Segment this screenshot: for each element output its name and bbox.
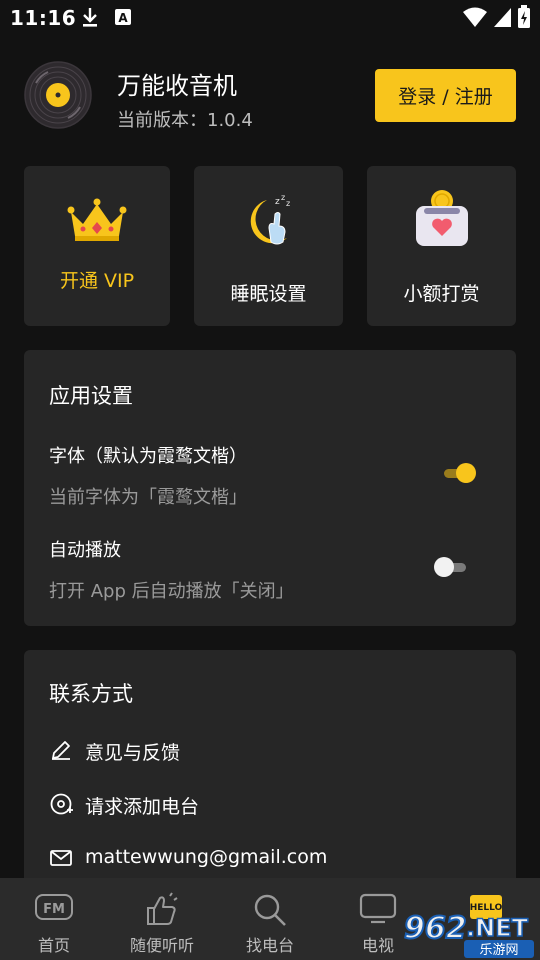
- request-station-item[interactable]: 请求添加电台: [49, 790, 489, 820]
- battery-charging-icon: [518, 5, 530, 28]
- donation-label: 小额打赏: [403, 283, 480, 305]
- search-icon: [254, 894, 286, 926]
- email-label: mattewwung@gmail.com: [85, 846, 328, 868]
- nav-search-label: 找电台: [245, 936, 294, 955]
- hand-icon: [147, 892, 178, 925]
- toggle-knob: [434, 557, 454, 577]
- autoplay-setting-title: 自动播放: [49, 540, 121, 561]
- version-label: 当前版本：1.0.4: [117, 110, 253, 131]
- profile-header: 万能收音机 当前版本：1.0.4 登录 / 注册: [0, 56, 540, 136]
- svg-text:FM: FM: [43, 902, 65, 917]
- download-icon: [83, 8, 97, 27]
- toggle-knob: [456, 463, 476, 483]
- signal-icon: [494, 8, 511, 27]
- nav-random[interactable]: 随便听听: [112, 878, 212, 960]
- app-settings-section: 应用设置 字体（默认为霞鹜文楷） 当前字体为「霞鹜文楷」 自动播放 打开 App…: [24, 350, 516, 626]
- app-name: 万能收音机: [117, 72, 237, 100]
- login-register-button[interactable]: 登录 / 注册: [375, 69, 516, 122]
- font-setting-desc: 当前字体为「霞鹜文楷」: [49, 487, 247, 508]
- radio-add-icon: [50, 793, 73, 815]
- sleep-settings-label: 睡眠设置: [230, 283, 307, 305]
- nav-home[interactable]: FM 首页: [4, 878, 104, 960]
- vinyl-record-avatar: [24, 61, 92, 129]
- autoplay-toggle[interactable]: [434, 556, 470, 578]
- font-toggle[interactable]: [442, 462, 478, 484]
- app-settings-title: 应用设置: [49, 384, 133, 408]
- status-time: 11:16: [10, 6, 77, 30]
- request-station-label: 请求添加电台: [85, 796, 200, 818]
- pencil-icon: [52, 741, 70, 760]
- nav-home-label: 首页: [37, 936, 70, 955]
- nav-search[interactable]: 找电台: [220, 878, 320, 960]
- status-bar: 11:16 A: [0, 0, 540, 36]
- svg-text:.NET: .NET: [466, 914, 529, 942]
- wifi-icon: [463, 7, 487, 27]
- feedback-label: 意见与反馈: [85, 742, 181, 764]
- svg-text:乐游网: 乐游网: [479, 943, 518, 958]
- mail-icon: [50, 850, 72, 866]
- sleep-moon-icon: z z z: [250, 193, 290, 245]
- contact-section: 联系方式 意见与反馈 请求添加电台 mattewwung@gmail.com: [24, 650, 516, 910]
- vip-card[interactable]: 开通 VIP: [24, 166, 170, 326]
- svg-text:z: z: [286, 199, 290, 208]
- svg-text:z: z: [281, 193, 285, 202]
- svg-text:962: 962: [404, 911, 467, 946]
- donation-card[interactable]: 小额打赏: [367, 166, 516, 326]
- keyboard-a-icon: A: [115, 9, 131, 25]
- site-watermark-logo: 962 .NET 乐游网: [403, 910, 534, 958]
- autoplay-setting-desc: 打开 App 后自动播放「关闭」: [49, 581, 294, 602]
- vip-label: 开通 VIP: [59, 270, 135, 292]
- crown-icon: [67, 198, 127, 241]
- sleep-settings-card[interactable]: z z z 睡眠设置: [194, 166, 343, 326]
- font-setting-title: 字体（默认为霞鹜文楷）: [49, 446, 247, 467]
- svg-text:A: A: [118, 11, 128, 25]
- nav-random-label: 随便听听: [129, 936, 194, 955]
- contact-title: 联系方式: [49, 682, 133, 706]
- feedback-item[interactable]: 意见与反馈: [49, 736, 489, 766]
- email-item[interactable]: mattewwung@gmail.com: [49, 844, 489, 874]
- svg-text:z: z: [275, 197, 280, 207]
- tv-icon: [359, 893, 397, 924]
- donation-box-icon: [415, 190, 468, 246]
- fm-icon: FM: [35, 894, 73, 920]
